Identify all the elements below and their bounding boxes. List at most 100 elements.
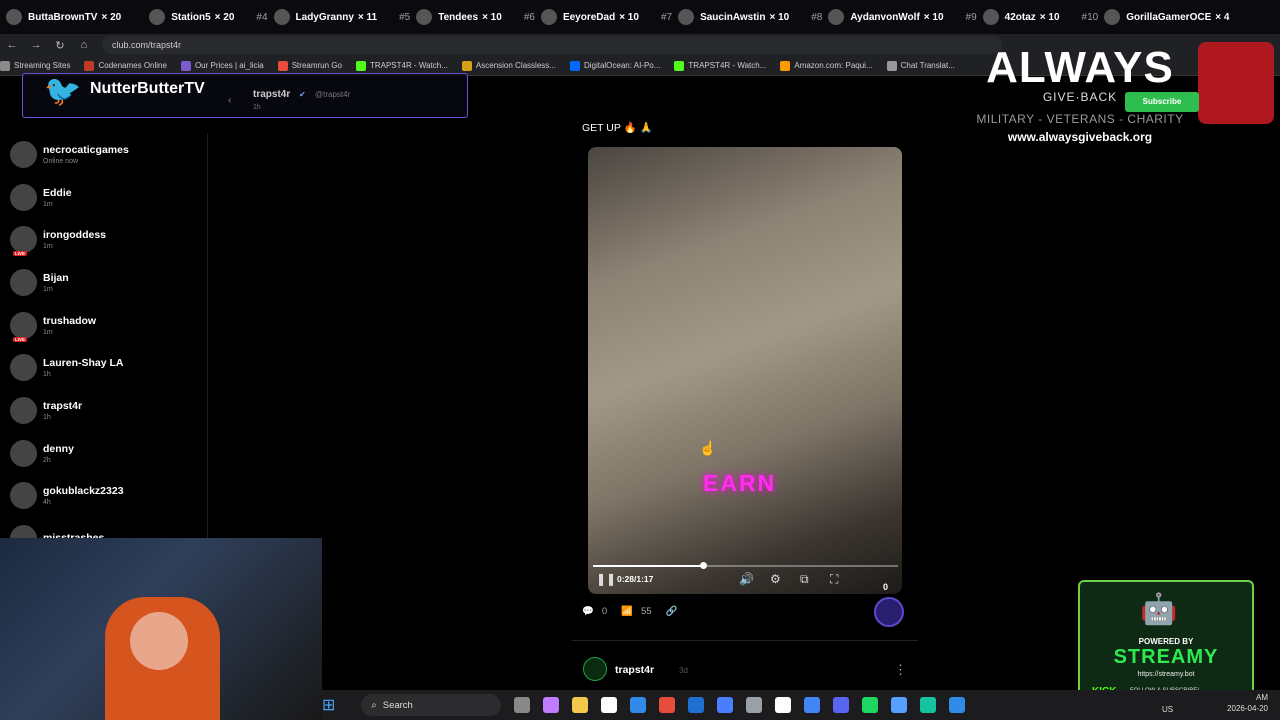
address-bar[interactable]: club.com/trapst4r (102, 36, 1002, 54)
coin-count: 0 (883, 582, 889, 592)
taskbar-app-icon[interactable] (630, 697, 647, 713)
bookmark-item[interactable]: Chat Translat... (886, 60, 955, 71)
taskbar-clock[interactable]: AM 2026-04-20 (1200, 692, 1268, 714)
taskbar-app-icon[interactable] (775, 697, 792, 713)
more-options-icon[interactable]: ⋮ (894, 662, 907, 678)
taskbar-app-icon[interactable] (920, 697, 937, 713)
bookmark-item[interactable]: Our Prices | ai_licia (180, 60, 264, 71)
video-progress-knob[interactable] (699, 562, 707, 569)
creator-time: 1m (43, 328, 53, 336)
bookmark-item[interactable]: DigitalOcean: AI-Po... (569, 60, 660, 71)
reload-icon[interactable]: ↻ (48, 39, 72, 52)
avatar[interactable] (583, 657, 607, 681)
leaderboard-name: LadyGranny (295, 11, 354, 23)
taskbar-app-icon[interactable] (949, 697, 966, 713)
video-player[interactable] (588, 147, 902, 594)
taskbar-app-icon[interactable] (688, 697, 705, 713)
clock-date: 2026-04-20 (1227, 704, 1268, 713)
leaderboard-entry: ButtaBrownTV × 20 (0, 9, 121, 25)
streamy-url: https://streamy.bot (1137, 671, 1195, 678)
sidebar-creator-item[interactable]: denny 2h (0, 432, 207, 475)
picture-in-picture-icon[interactable]: ⧉ (800, 572, 809, 587)
sidebar-creator-item[interactable]: Lauren-Shay LA 1h (0, 346, 207, 389)
sidebar-creator-item[interactable]: LIVE irongoddess 1m (0, 218, 207, 261)
leaderboard-entry: #8 AydanvonWolf × 10 (811, 9, 944, 25)
creator-name: gokublackz2323 (43, 485, 124, 498)
leaderboard-ticker: ButtaBrownTV × 20 Station5 × 20 #4 LadyGranny… (0, 0, 1280, 34)
twitter-bird-icon: 🐦 (44, 75, 82, 108)
taskbar-search[interactable]: ⌕ Search (361, 694, 502, 716)
bookmark-item[interactable]: Streaming Sites (0, 60, 70, 71)
leaderboard-name: GorillaGamerOCE (1126, 11, 1212, 23)
subscribe-button[interactable]: Subscribe (1125, 92, 1199, 112)
bookmark-label: Chat Translat... (900, 61, 955, 70)
creator-info: trapst4r 1h (43, 400, 82, 421)
bookmark-favicon-icon (780, 60, 791, 71)
avatar (273, 9, 290, 25)
taskbar-app-icon[interactable] (833, 697, 850, 713)
coin-icon[interactable] (874, 597, 904, 627)
bookmark-item[interactable]: Amazon.com: Paqui... (780, 60, 873, 71)
taskbar-app-icon[interactable] (659, 697, 676, 713)
bookmark-item[interactable]: TRAPST4R - Watch... (674, 60, 766, 71)
leaderboard-name: Tendees (438, 11, 479, 23)
forward-icon[interactable]: → (24, 39, 48, 51)
leaderboard-name: ButtaBrownTV (28, 11, 98, 23)
next-post-author[interactable]: trapst4r (615, 664, 654, 676)
avatar (6, 9, 22, 25)
taskbar-app-icon[interactable] (572, 697, 589, 713)
search-icon: ⌕ (371, 699, 377, 711)
bookmark-item[interactable]: Codenames Online (84, 60, 167, 71)
volume-icon[interactable]: 🔊 (739, 572, 754, 586)
creator-time: 1m (43, 200, 53, 208)
bookmark-favicon-icon (277, 60, 288, 71)
sidebar-creator-item[interactable]: LIVE trushadow 1m (0, 304, 207, 347)
taskbar-app-icon[interactable] (862, 697, 879, 713)
leaderboard-multiplier: × 10 (1039, 11, 1060, 23)
taskbar-app-icon[interactable] (717, 697, 734, 713)
bookmark-label: Ascension Classless... (475, 61, 556, 70)
poster-name[interactable]: trapst4r (253, 89, 290, 100)
chevron-left-icon[interactable]: ‹ (228, 95, 231, 106)
home-icon[interactable]: ⌂ (72, 39, 96, 51)
sidebar-creator-item[interactable]: gokublackz2323 4h (0, 475, 207, 518)
sidebar-creator-item[interactable]: trapst4r 1h (0, 389, 207, 432)
taskbar-app-icon[interactable] (891, 697, 908, 713)
sponsor-title: ALWAYS (986, 43, 1174, 92)
language-indicator[interactable]: US (1162, 705, 1173, 714)
taskbar: ⊞ ⌕ Search (322, 690, 1280, 720)
leaderboard-rank: #5 (399, 11, 411, 23)
comment-icon[interactable]: 💬 (582, 606, 594, 617)
bookmark-favicon-icon (0, 60, 10, 71)
soldier-logo (1198, 42, 1274, 124)
bookmark-item[interactable]: Ascension Classless... (461, 60, 556, 71)
post-divider (572, 640, 918, 641)
windows-start-icon[interactable]: ⊞ (322, 695, 335, 715)
sidebar-creator-item[interactable]: necrocaticgames Online now (0, 133, 207, 176)
bookmark-label: Our Prices | ai_licia (194, 61, 264, 70)
creator-name: denny (43, 442, 74, 455)
taskbar-app-icon[interactable] (543, 697, 560, 713)
taskbar-app-icon[interactable] (804, 697, 821, 713)
fullscreen-icon[interactable]: ⛶ (830, 572, 838, 587)
leaderboard-entry: #10 GorillaGamerOCE × 4 (1082, 9, 1229, 25)
next-post-time: 3d (679, 666, 688, 675)
bookmark-item[interactable]: Streamrun Go (277, 60, 342, 71)
creator-name: trushadow (43, 314, 97, 327)
bookmark-favicon-icon (355, 60, 366, 71)
sponsor-url: www.alwaysgiveback.org (1007, 130, 1153, 144)
sidebar-creator-item[interactable]: Bijan 1m (0, 261, 207, 304)
pause-icon[interactable]: ❚❚ (596, 572, 616, 586)
sidebar-creator-item[interactable]: Eddie 1m (0, 176, 207, 219)
back-icon[interactable]: ← (0, 39, 24, 51)
settings-icon[interactable]: ⚙ (770, 572, 781, 586)
taskbar-app-icon[interactable] (746, 697, 763, 713)
leaderboard-rank: #7 (660, 11, 673, 23)
creator-name: trapst4r (43, 399, 83, 412)
taskbar-app-icon[interactable] (601, 697, 618, 713)
taskbar-app-icon[interactable] (514, 697, 531, 713)
creator-info: Eddie 1m (43, 187, 72, 208)
bookmark-item[interactable]: TRAPST4R - Watch... (355, 60, 448, 71)
leaderboard-entry: #4 LadyGranny × 11 (256, 9, 377, 25)
share-icon[interactable]: 🔗 (666, 606, 678, 617)
